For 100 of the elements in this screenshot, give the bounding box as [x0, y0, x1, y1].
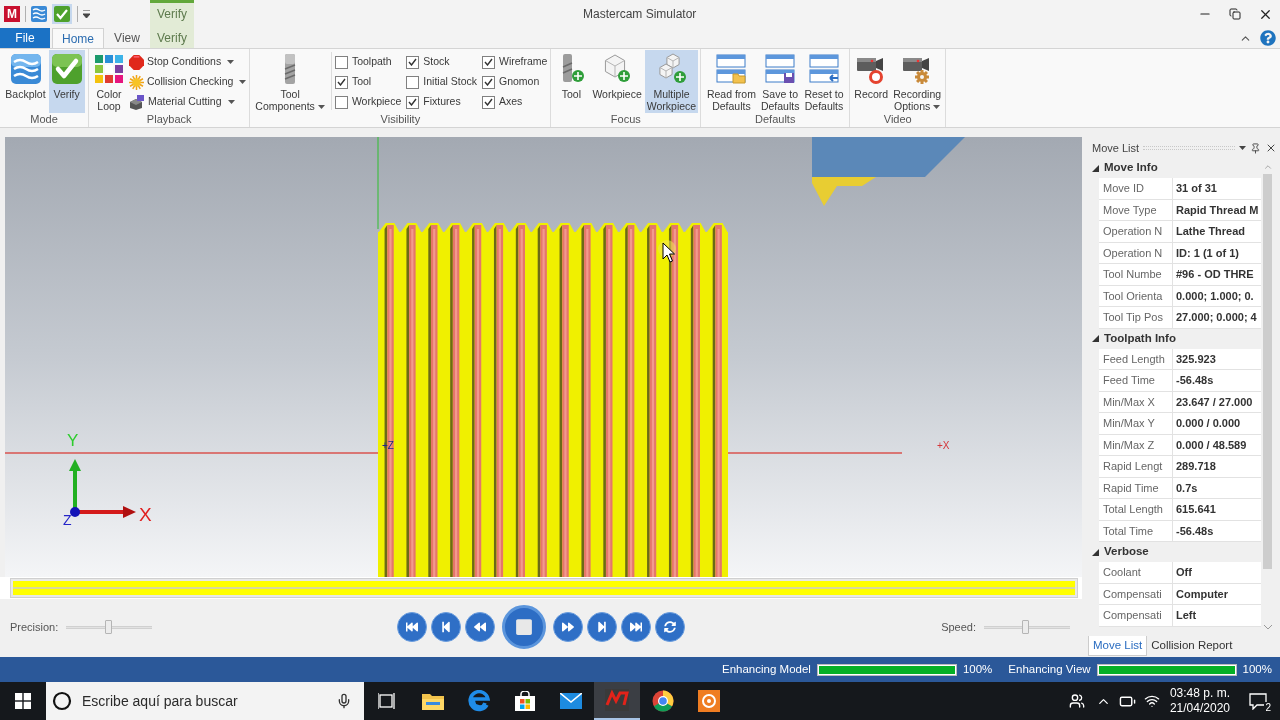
app-logo[interactable]: M [4, 6, 20, 22]
verify-button[interactable]: Verify [48, 50, 85, 113]
taskbar-app-button[interactable] [594, 682, 640, 720]
ribbon-tab[interactable]: Home [52, 28, 104, 49]
loop-button[interactable] [655, 612, 685, 642]
ribbon-tab[interactable]: Verify [153, 28, 191, 48]
group-label: Visibility [379, 113, 422, 127]
progress-reading: 100% [1242, 661, 1272, 677]
stop-sign-icon [129, 54, 144, 70]
clock-button[interactable]: 03:48 p. m. 21/04/2020 [1163, 682, 1236, 720]
slider-thumb[interactable] [1022, 620, 1030, 634]
group-label: Defaults [754, 113, 797, 127]
reset-defaults-button[interactable]: Reset to Defaults [802, 50, 846, 113]
window-title: Mastercam Simulator [583, 6, 697, 23]
notifications-button[interactable]: 2 [1236, 682, 1280, 720]
scroll-thumb[interactable] [1263, 174, 1272, 569]
ribbon-tab[interactable]: View [104, 28, 150, 48]
precision-label: Precision: [10, 619, 59, 635]
property-name: Total Time [1099, 520, 1173, 542]
step-forward-icon [596, 621, 608, 633]
first-move-button[interactable] [397, 612, 427, 642]
rewind-button[interactable] [465, 612, 495, 642]
expand-triangle-icon[interactable] [1092, 164, 1099, 172]
microphone-icon[interactable] [336, 693, 352, 709]
property-value: 27.000; 0.000; 4 [1173, 307, 1261, 329]
visibility-checkbox[interactable]: Workpiece [334, 92, 402, 112]
stop-conditions-button[interactable]: Stop Conditions [128, 52, 248, 72]
check-icon [54, 6, 70, 22]
window-arrow-icon [808, 53, 840, 85]
material-cutting-button[interactable]: Material Cutting [128, 92, 248, 112]
property-value: Off [1173, 562, 1261, 584]
property-value: -56.48s [1173, 370, 1261, 392]
stop-icon [515, 618, 533, 636]
property-name: Min/Max X [1099, 391, 1173, 413]
circle-logo-icon [652, 690, 674, 712]
color-loop-button[interactable]: Color Loop [91, 50, 127, 113]
window-folder-icon [715, 53, 748, 85]
search-input[interactable]: Escribe aquí para buscar [82, 690, 326, 712]
property-value: Computer [1173, 583, 1261, 605]
property-name: Operation N [1099, 221, 1173, 243]
fast-forward-icon [562, 621, 574, 633]
property-name: Min/Max Z [1099, 434, 1173, 456]
tool-focus-button[interactable]: Tool [553, 50, 590, 113]
previous-move-button[interactable] [431, 612, 461, 642]
visibility-checkbox[interactable]: Initial Stock [406, 72, 477, 92]
property-value: Left [1173, 605, 1261, 627]
visibility-checkbox[interactable]: Wireframe [482, 52, 548, 72]
record-button[interactable]: Record [852, 50, 891, 113]
people-icon [1068, 693, 1085, 709]
workpiece-focus-button[interactable]: Workpiece [590, 50, 644, 113]
speed-label: Speed: [941, 619, 976, 635]
window-floppy-icon [764, 53, 797, 85]
backplot-quick-button[interactable] [31, 6, 47, 22]
property-value: ID: 1 (1 of 1) [1173, 242, 1261, 264]
close-icon[interactable] [1265, 142, 1277, 154]
tool-components-button[interactable]: Tool Components [253, 50, 327, 113]
slider-thumb[interactable] [105, 620, 113, 634]
save-defaults-button[interactable]: Save to Defaults [758, 50, 802, 113]
next-move-button[interactable] [587, 612, 617, 642]
visibility-checkbox[interactable]: Stock [406, 52, 477, 72]
category-title: Move Info [1104, 160, 1158, 176]
read-defaults-button[interactable]: Read from Defaults [704, 50, 758, 113]
circle-tile-icon [698, 690, 720, 712]
x-axis-label: +X [937, 440, 950, 451]
dropdown-caret-icon[interactable] [1239, 146, 1246, 150]
customize-caret-icon[interactable] [83, 10, 90, 18]
backplot-button[interactable]: Backplot [3, 50, 48, 113]
wave-lines-icon [9, 53, 42, 85]
fast-forward-button[interactable] [553, 612, 583, 642]
multiple-workpiece-button[interactable]: Multiple Workpiece [644, 50, 699, 113]
speed-slider[interactable] [984, 620, 1070, 634]
recording-options-button[interactable]: Recording Options [891, 50, 944, 113]
property-value: #96 - OD THRE [1173, 264, 1261, 286]
panel-tab[interactable]: Move List [1088, 636, 1148, 656]
help-icon[interactable] [1260, 30, 1276, 46]
task-view-icon [378, 693, 396, 709]
visibility-checkbox[interactable]: Gnomon [482, 72, 548, 92]
property-name: Operation N [1099, 242, 1173, 264]
last-move-button[interactable] [621, 612, 651, 642]
expand-triangle-icon[interactable] [1092, 548, 1099, 556]
expand-triangle-icon[interactable] [1092, 335, 1099, 342]
property-value: 0.000 / 48.589 [1173, 434, 1261, 456]
search-field[interactable]: Escribe aquí para buscar [46, 682, 364, 720]
collision-checking-button[interactable]: Collision Checking [128, 72, 248, 92]
property-value: 23.647 / 27.000 [1173, 391, 1261, 413]
file-tab[interactable]: File [0, 28, 50, 48]
skip-back-icon [406, 621, 418, 633]
mouse-pointer-icon [658, 240, 676, 263]
property-value: 289.718 [1173, 456, 1261, 478]
visibility-checkbox[interactable]: Axes [482, 92, 548, 112]
gnomon-drawing [69, 459, 136, 518]
notification-count: 2 [1264, 702, 1272, 714]
precision-slider[interactable] [66, 620, 153, 634]
property-value: 615.641 [1173, 499, 1261, 521]
visibility-checkbox[interactable]: Fixtures [406, 92, 477, 112]
visibility-checkbox[interactable]: Toolpath [334, 52, 402, 72]
pin-icon[interactable] [1250, 142, 1261, 154]
stop-button[interactable] [502, 605, 546, 649]
visibility-checkbox[interactable]: Tool [334, 72, 402, 92]
verify-quick-button[interactable] [52, 4, 72, 24]
